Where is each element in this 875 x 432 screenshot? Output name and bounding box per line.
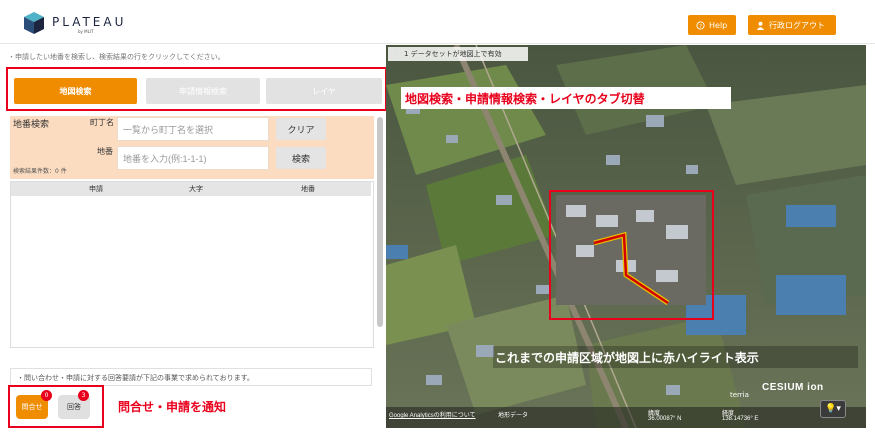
- user-icon: [756, 21, 765, 30]
- annotation-tabs: 地図検索・申請情報検索・レイヤのタブ切替: [401, 87, 731, 109]
- town-label: 町丁名: [90, 118, 114, 127]
- plateau-logo-icon: [24, 12, 44, 34]
- chiban-input[interactable]: 地番を入力(例:1-1-1): [117, 146, 269, 170]
- answer-count-badge: 3: [78, 390, 89, 401]
- terria-logo: terria: [730, 391, 749, 399]
- results-table: [10, 181, 374, 348]
- search-button[interactable]: 検索: [276, 147, 326, 169]
- help-button[interactable]: ? Help: [688, 15, 736, 35]
- map-highlight-frame: [549, 190, 714, 320]
- instruction-text: ・申請したい地番を検索し、検索結果の行をクリックしてください。: [8, 53, 225, 61]
- inquiry-count-badge: 0: [41, 390, 52, 401]
- dataset-status: 1 データセットが地図上で有効: [388, 47, 528, 61]
- annotation-highlight: これまでの申請区域が地図上に赤ハイライト表示: [493, 346, 858, 368]
- results-table-header: 申請 大字 地番: [11, 182, 371, 196]
- annotation-notify: 問合せ・申請を通知: [118, 400, 227, 414]
- cesium-logo: CESIUM ion: [762, 382, 824, 393]
- help-label: Help: [709, 20, 728, 30]
- help-circle-icon: ?: [696, 20, 705, 29]
- google-analytics-link[interactable]: Google Analyticsの利用について: [389, 410, 476, 419]
- result-count: 検索結果件数：0 件: [13, 168, 67, 175]
- column-header-application[interactable]: 申請: [89, 184, 103, 194]
- longitude-value: 138.14736° E: [722, 416, 759, 422]
- logo-text: PLATEAU: [52, 15, 127, 29]
- town-select-input[interactable]: 一覧から町丁名を選択: [117, 117, 269, 141]
- logo-subtext: by MLIT: [78, 29, 94, 34]
- lightbulb-icon[interactable]: 💡▾: [820, 400, 846, 418]
- column-header-chiban[interactable]: 地番: [301, 184, 315, 194]
- logout-label: 行政ログアウト: [769, 20, 825, 30]
- map-data-link[interactable]: 地形データ: [498, 410, 528, 419]
- search-panel-title: 地番検索: [13, 119, 50, 129]
- notice-text: ・問い合わせ・申請に対する回答要請が下記の事業で求められております。: [10, 368, 372, 386]
- chiban-label: 地番: [97, 147, 113, 156]
- tabs-highlight-frame: [6, 67, 387, 111]
- latitude-value: 36.00087° N: [648, 416, 682, 422]
- column-header-oaza[interactable]: 大字: [189, 184, 203, 194]
- clear-button[interactable]: クリア: [276, 118, 326, 140]
- app-header: PLATEAU by MLIT ? Help 行政ログアウト: [0, 0, 875, 44]
- svg-text:?: ?: [699, 23, 702, 29]
- panel-scrollbar[interactable]: [377, 117, 383, 327]
- logout-button[interactable]: 行政ログアウト: [748, 15, 836, 35]
